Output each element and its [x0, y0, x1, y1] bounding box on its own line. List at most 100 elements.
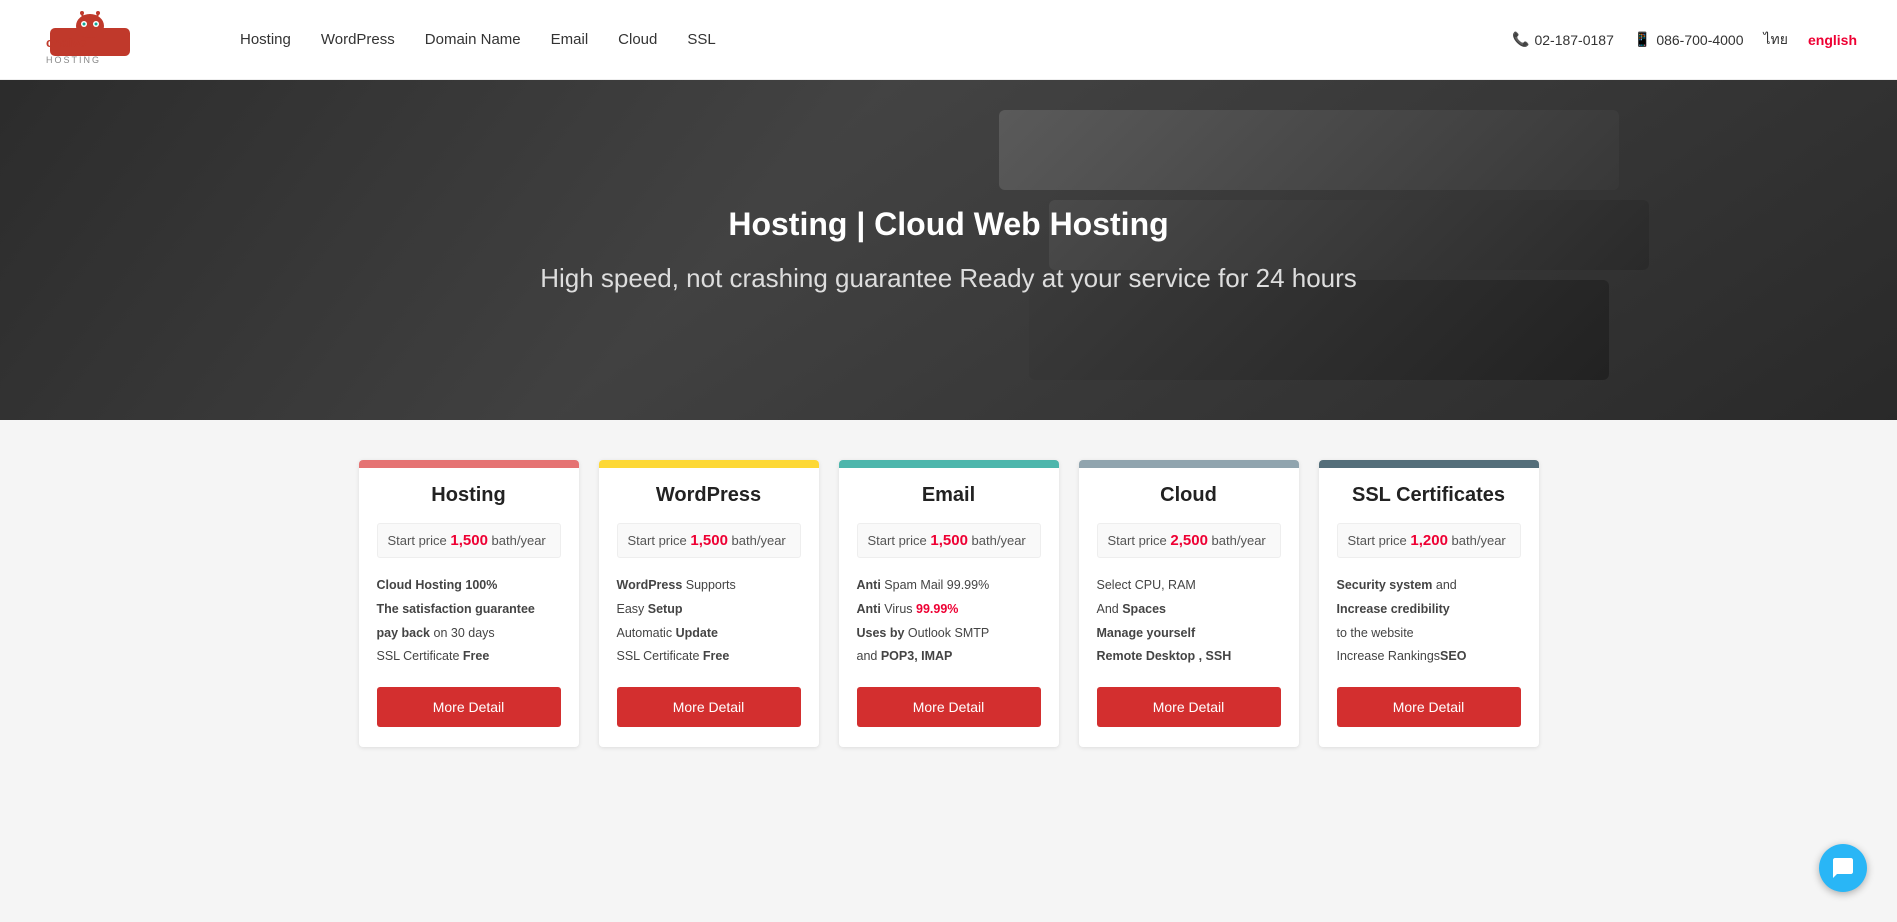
feature-text: And — [1097, 602, 1123, 616]
hero-subtitle: High speed, not crashing guarantee Ready… — [540, 263, 1357, 294]
hero-banner: Hosting | Cloud Web Hosting High speed, … — [0, 80, 1897, 420]
feature-text: and — [1432, 578, 1456, 592]
card-wordpress-bar — [599, 460, 819, 468]
header: chaive HOSTING Hosting WordPress Domain … — [0, 0, 1897, 80]
card-cloud-price-num: 2,500 — [1170, 532, 1208, 549]
bottom-section — [0, 787, 1897, 887]
card-email-price-unit: bath/year — [972, 533, 1026, 548]
card-ssl-price-num: 1,200 — [1410, 532, 1448, 549]
feature-text: pay back — [377, 626, 431, 640]
card-cloud-price-label: Start price — [1108, 533, 1167, 548]
card-email-features: Anti Spam Mail 99.99% Anti Virus 99.99% … — [857, 574, 1041, 669]
feature-text: Free — [703, 649, 729, 663]
card-ssl-title: SSL Certificates — [1337, 484, 1521, 507]
feature-text: SEO — [1440, 649, 1466, 663]
feature-text: Manage yourself — [1097, 626, 1196, 640]
logo[interactable]: chaive HOSTING — [40, 10, 200, 70]
phone-2: 📱 086-700-4000 — [1634, 31, 1744, 48]
hero-content: Hosting | Cloud Web Hosting High speed, … — [540, 206, 1357, 294]
feature-text: Virus — [881, 602, 916, 616]
card-hosting-price-num: 1,500 — [450, 532, 488, 549]
card-email-bar — [839, 460, 1059, 468]
feature-text: The satisfaction guarantee — [377, 602, 535, 616]
nav-email[interactable]: Email — [551, 31, 589, 48]
feature-text: WordPress — [617, 578, 683, 592]
feature-text: SSL Certificate — [617, 649, 703, 663]
phone-1: 📞 02-187-0187 — [1512, 31, 1614, 48]
card-email-price: Start price 1,500 bath/year — [857, 523, 1041, 558]
chat-icon — [1831, 856, 1855, 880]
feature-text: SSL Certificate — [377, 649, 463, 663]
card-hosting: Hosting Start price 1,500 bath/year Clou… — [359, 460, 579, 747]
svg-text:HOSTING: HOSTING — [46, 55, 101, 65]
lang-en-button[interactable]: english — [1808, 32, 1857, 48]
card-email-price-label: Start price — [868, 533, 927, 548]
pricing-cards-section: Hosting Start price 1,500 bath/year Clou… — [0, 420, 1897, 787]
card-wordpress-price-label: Start price — [628, 533, 687, 548]
feature-text: Spam Mail 99.99% — [881, 578, 989, 592]
feature-text: and — [857, 649, 881, 663]
card-cloud-title: Cloud — [1097, 484, 1281, 507]
card-wordpress-features: WordPress Supports Easy Setup Automatic … — [617, 574, 801, 669]
nav-cloud[interactable]: Cloud — [618, 31, 657, 48]
feature-text: Supports — [682, 578, 736, 592]
feature-text: Free — [463, 649, 489, 663]
card-cloud-price-unit: bath/year — [1212, 533, 1266, 548]
main-nav: Hosting WordPress Domain Name Email Clou… — [240, 31, 1512, 48]
card-ssl-price-unit: bath/year — [1452, 533, 1506, 548]
card-hosting-price-unit: bath/year — [492, 533, 546, 548]
card-hosting-price-label: Start price — [388, 533, 447, 548]
card-hosting-bar — [359, 460, 579, 468]
logo-svg: chaive HOSTING — [40, 10, 200, 70]
card-ssl-price: Start price 1,200 bath/year — [1337, 523, 1521, 558]
card-wordpress-title: WordPress — [617, 484, 801, 507]
card-ssl-btn[interactable]: More Detail — [1337, 687, 1521, 727]
feature-text: Increase credibility — [1337, 602, 1450, 616]
feature-text: 99.99% — [916, 602, 958, 616]
nav-ssl[interactable]: SSL — [687, 31, 715, 48]
card-ssl-bar — [1319, 460, 1539, 468]
card-hosting-price: Start price 1,500 bath/year — [377, 523, 561, 558]
card-hosting-title: Hosting — [377, 484, 561, 507]
card-cloud-price: Start price 2,500 bath/year — [1097, 523, 1281, 558]
feature-text: POP3, IMAP — [881, 649, 953, 663]
device-shape-3 — [1029, 280, 1609, 380]
feature-text: Automatic — [617, 626, 676, 640]
feature-text: Anti — [857, 578, 881, 592]
feature-text: Update — [676, 626, 718, 640]
feature-text: to the website — [1337, 626, 1414, 640]
card-wordpress-price-num: 1,500 — [690, 532, 728, 549]
feature-text: Easy — [617, 602, 648, 616]
feature-text: Outlook SMTP — [904, 626, 989, 640]
nav-wordpress[interactable]: WordPress — [321, 31, 395, 48]
phone-2-number: 086-700-4000 — [1656, 32, 1743, 48]
feature-text: Remote Desktop , SSH — [1097, 649, 1232, 663]
card-cloud-bar — [1079, 460, 1299, 468]
card-cloud: Cloud Start price 2,500 bath/year Select… — [1079, 460, 1299, 747]
card-hosting-btn[interactable]: More Detail — [377, 687, 561, 727]
device-shape-1 — [999, 110, 1619, 190]
chat-button[interactable] — [1819, 844, 1867, 892]
feature-text: on 30 days — [430, 626, 495, 640]
card-ssl: SSL Certificates Start price 1,200 bath/… — [1319, 460, 1539, 747]
card-ssl-features: Security system and Increase credibility… — [1337, 574, 1521, 669]
card-ssl-price-label: Start price — [1348, 533, 1407, 548]
card-email-title: Email — [857, 484, 1041, 507]
feature-text: Setup — [648, 602, 683, 616]
card-wordpress-btn[interactable]: More Detail — [617, 687, 801, 727]
card-cloud-btn[interactable]: More Detail — [1097, 687, 1281, 727]
feature-text: Increase Rankings — [1337, 649, 1441, 663]
feature-text: Anti — [857, 602, 881, 616]
feature-text: Cloud Hosting 100% — [377, 578, 498, 592]
card-wordpress-price-unit: bath/year — [732, 533, 786, 548]
card-email: Email Start price 1,500 bath/year Anti S… — [839, 460, 1059, 747]
card-hosting-features: Cloud Hosting 100% The satisfaction guar… — [377, 574, 561, 669]
hero-title: Hosting | Cloud Web Hosting — [540, 206, 1357, 243]
feature-text: Uses by — [857, 626, 905, 640]
nav-hosting[interactable]: Hosting — [240, 31, 291, 48]
nav-domain[interactable]: Domain Name — [425, 31, 521, 48]
card-cloud-features: Select CPU, RAM And Spaces Manage yourse… — [1097, 574, 1281, 669]
lang-th-button[interactable]: ไทย — [1764, 29, 1788, 51]
card-email-btn[interactable]: More Detail — [857, 687, 1041, 727]
phone-icon: 📞 — [1512, 31, 1529, 48]
